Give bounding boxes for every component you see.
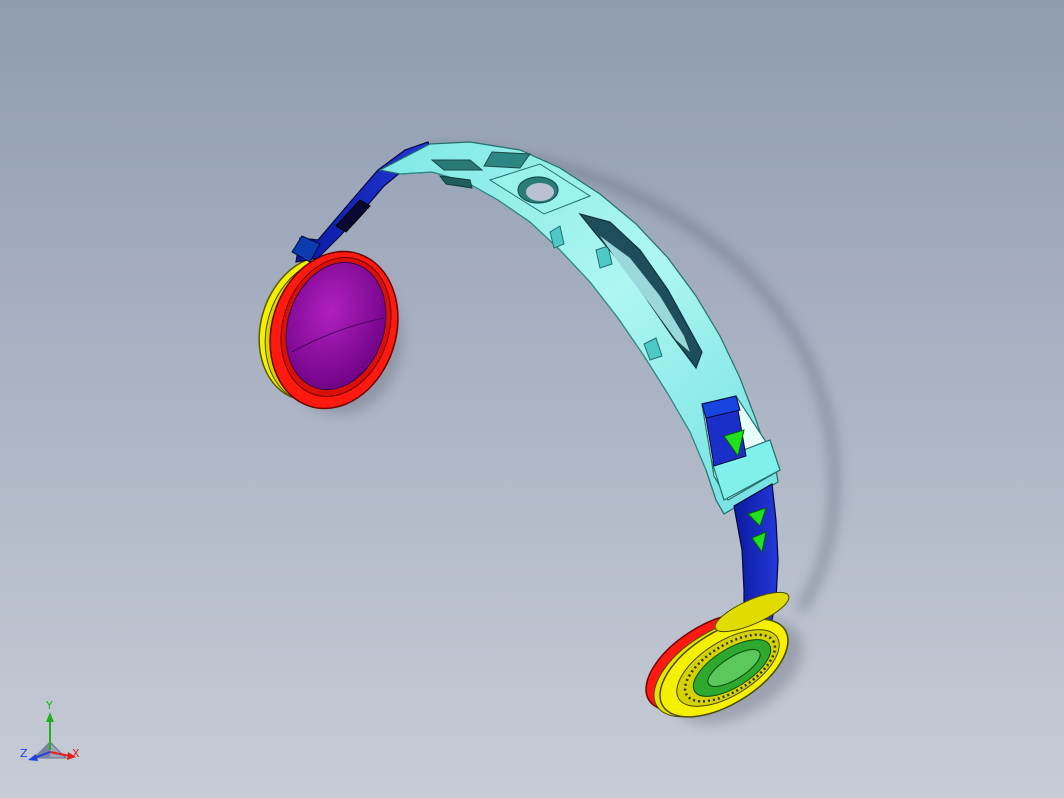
graphics-viewport[interactable]: Y X Z: [0, 0, 1064, 798]
y-axis-arrow: [46, 712, 54, 722]
reference-triad: Y X Z: [18, 700, 88, 775]
z-axis-label: Z: [20, 747, 28, 760]
right-earcup[interactable]: [630, 585, 821, 746]
headband-hole-inner: [526, 183, 554, 201]
headphone-3d-model[interactable]: [0, 0, 1064, 798]
x-axis-label: X: [72, 747, 80, 760]
y-axis-label: Y: [46, 699, 53, 712]
left-earcup[interactable]: [241, 235, 418, 425]
triad-axes: [28, 712, 76, 761]
